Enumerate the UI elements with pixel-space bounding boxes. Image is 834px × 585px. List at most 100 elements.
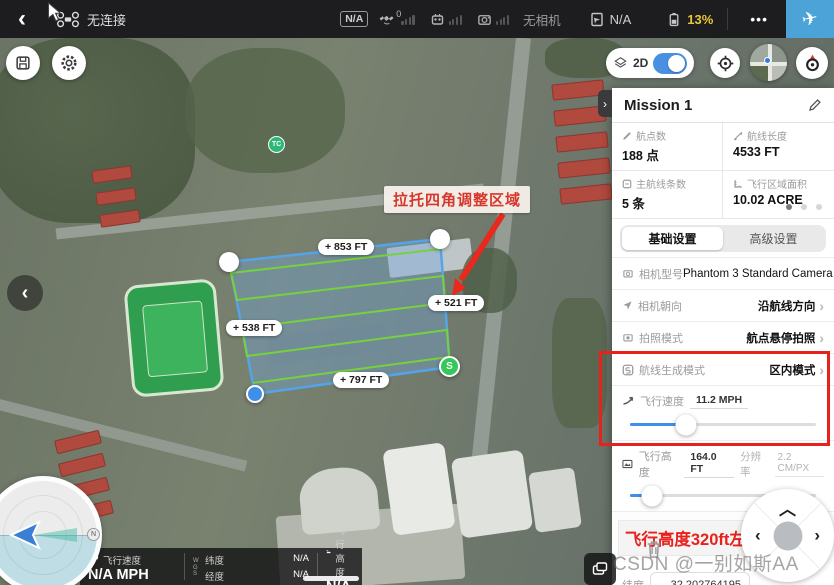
back-button[interactable]: ‹ — [0, 0, 44, 38]
speed-setting-block: 飞行速度 11.2 MPH — [612, 385, 834, 440]
locate-button[interactable] — [710, 48, 740, 78]
chevron-right-icon: › — [603, 97, 607, 111]
edge-length-left: + 538 FT — [226, 320, 282, 336]
route-length-icon — [733, 131, 743, 141]
view-mode-label: 2D — [633, 56, 648, 70]
map-building-red — [551, 79, 604, 100]
telemetry-speed-value: N/A MPH — [88, 567, 176, 584]
telemetry-coords: WGS 纬度N/A 经度N/A — [185, 548, 317, 585]
watermark-text: CSDN @一别如斯AA — [613, 549, 834, 576]
chevron-right-icon: › — [819, 330, 824, 346]
map-building-gray — [386, 238, 473, 278]
mouse-cursor — [47, 2, 62, 23]
speed-slider-knob[interactable] — [675, 414, 696, 435]
map-building-gray — [267, 323, 390, 365]
battery-percent: 13% — [687, 12, 713, 27]
waypoint-icon — [622, 131, 632, 141]
flight-mode-indicator[interactable]: N/A — [589, 11, 632, 28]
view-2d-toggle[interactable] — [653, 53, 687, 74]
photo-mode-icon — [622, 332, 634, 343]
layers-icon — [613, 55, 628, 71]
nudge-center-button[interactable] — [773, 521, 802, 550]
altitude-icon — [326, 546, 331, 557]
altitude-slider-knob[interactable] — [642, 485, 663, 506]
pencil-icon — [808, 98, 822, 112]
settings-tabs: 基础设置 高级设置 — [620, 225, 826, 252]
nudge-right-button[interactable]: › — [814, 526, 820, 543]
polygon-start-marker[interactable]: S — [439, 356, 460, 377]
compass-north-badge: N — [87, 528, 100, 541]
polygon-handle-topleft[interactable] — [219, 252, 239, 272]
route-mode-icon — [622, 364, 634, 376]
gear-icon — [59, 53, 79, 73]
tab-basic-settings[interactable]: 基础设置 — [622, 227, 723, 250]
speed-icon — [622, 395, 634, 407]
setting-photo-mode[interactable]: 拍照模式 航点悬停拍照 › — [612, 321, 834, 353]
gps-signal-bars — [401, 14, 414, 25]
flight-mode-icon — [589, 11, 605, 28]
takeoff-button[interactable]: ✈ — [786, 0, 834, 38]
polygon-handle-bottomleft[interactable] — [246, 385, 264, 403]
satellite-icon — [378, 12, 395, 27]
view-mode-pill[interactable]: 2D — [606, 48, 694, 78]
map-road — [0, 396, 247, 472]
setting-route-mode[interactable]: 航线生成模式 区内模式 › — [612, 353, 834, 385]
speed-value: 11.2 MPH — [690, 394, 748, 409]
mission-stats: 航点数 188 点 航线长度 4533 FT 主航线条数 5 条 飞行区域面积 … — [612, 123, 834, 219]
map-building-white — [528, 467, 582, 533]
polygon-handle-topright[interactable] — [430, 229, 450, 249]
nudge-up-button[interactable]: ︿ — [779, 501, 796, 518]
wgs-label: WGS — [193, 558, 201, 579]
stat-waypoints: 航点数 188 点 — [612, 123, 723, 171]
camera-icon — [476, 12, 493, 27]
map-back-button[interactable]: ‹ — [7, 275, 43, 311]
layers-stack-icon — [591, 560, 609, 578]
map-tc-marker[interactable]: TC — [268, 136, 285, 153]
chevron-right-icon: › — [819, 362, 824, 378]
altitude-value: 164.0 FT — [684, 451, 734, 478]
rc-indicator[interactable] — [429, 11, 466, 27]
panel-collapse-tab[interactable]: › — [598, 90, 612, 117]
save-icon — [14, 54, 32, 72]
more-menu-button[interactable]: ••• — [742, 11, 776, 27]
compass-north-icon — [802, 53, 823, 74]
tab-advanced-settings[interactable]: 高级设置 — [723, 227, 824, 250]
camera-status-label: 无相机 — [523, 10, 561, 29]
stat-area: 飞行区域面积 10.02 ACRE — [723, 171, 834, 219]
aircraft-status[interactable]: 无连接 — [56, 10, 126, 29]
aircraft-heading-icon — [0, 481, 97, 585]
heading-arrow-icon — [622, 300, 633, 311]
save-mission-button[interactable] — [6, 46, 40, 80]
attitude-compass[interactable]: N — [0, 476, 102, 585]
app-screen: { "topbar": { "back": "‹", "status": "无连… — [0, 0, 834, 585]
battery-icon — [667, 11, 682, 28]
topbar-indicators: N/A 0 无相机 N/A 13% ••• ✈ — [340, 0, 834, 38]
overlay-windows-button[interactable] — [584, 553, 616, 585]
map-building-red — [54, 430, 102, 455]
remote-controller-icon — [429, 11, 446, 27]
mission-header: Mission 1 — [612, 88, 834, 123]
airplane-icon: ✈ — [800, 6, 820, 32]
map-settings-button[interactable] — [52, 46, 86, 80]
speed-slider[interactable] — [630, 423, 816, 426]
setting-camera-model[interactable]: 相机型号 Phantom 3 Standard Camera › — [612, 257, 834, 289]
setting-camera-heading[interactable]: 相机朝向 沿航线方向 › — [612, 289, 834, 321]
map-building-white — [451, 449, 533, 538]
stats-page-dots[interactable] — [786, 204, 822, 210]
edit-mission-button[interactable] — [808, 98, 822, 112]
edge-length-right: + 521 FT — [428, 295, 484, 311]
minimap-thumbnail[interactable] — [750, 44, 787, 81]
battery-indicator[interactable]: 13% — [667, 11, 713, 28]
chevron-right-icon: › — [819, 298, 824, 314]
camera-signal-indicator[interactable] — [476, 12, 513, 27]
nudge-left-button[interactable]: ‹ — [755, 526, 761, 543]
resolution-label: 分辨率 — [740, 449, 768, 479]
crosshair-icon — [716, 54, 735, 73]
chevron-left-icon: ‹ — [22, 282, 29, 305]
map-building-white — [382, 442, 455, 536]
rc-signal-bars — [449, 14, 462, 25]
gps-indicator[interactable]: 0 — [378, 12, 418, 27]
resolution-value: 2.2 CM/PX — [775, 452, 825, 477]
compass-reset-button[interactable] — [796, 47, 828, 79]
altitude-icon — [622, 458, 633, 470]
